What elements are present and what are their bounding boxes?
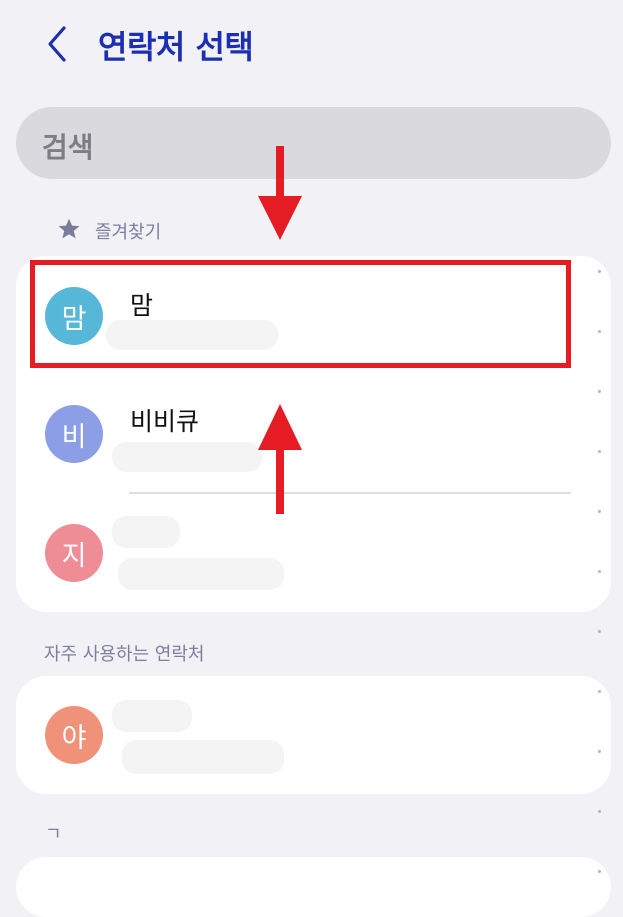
avatar: 야 (45, 706, 103, 764)
avatar: 지 (45, 524, 103, 582)
back-button[interactable] (40, 22, 76, 66)
redacted-phone (112, 442, 262, 472)
search-bar[interactable]: 검색 (16, 107, 611, 179)
frequent-card: 야 (16, 676, 611, 794)
chevron-left-icon (48, 26, 66, 62)
header: 연락처 선택 (0, 0, 623, 92)
redacted-phone (118, 558, 284, 590)
avatar: 비 (45, 405, 103, 463)
contacts-card (16, 857, 611, 917)
redacted-phone (122, 740, 284, 774)
arrow-up-annotation (258, 404, 302, 514)
contact-row[interactable]: 지 (16, 494, 611, 612)
fast-scroll-index[interactable] (598, 270, 601, 880)
page-title: 연락처 선택 (98, 28, 254, 66)
redacted-name (112, 516, 180, 548)
arrow-down-annotation (258, 146, 302, 240)
favorites-section-label: 즐겨찾기 (95, 222, 162, 243)
contact-row[interactable]: 야 (16, 676, 611, 794)
star-icon (58, 218, 80, 239)
highlight-box (30, 260, 571, 368)
contact-row[interactable]: 비 비비큐 (16, 374, 611, 492)
index-section-label: ㄱ (45, 824, 62, 845)
redacted-name (112, 700, 192, 732)
frequent-section-label: 자주 사용하는 연락처 (44, 644, 205, 665)
contact-name: 비비큐 (130, 407, 200, 436)
search-label: 검색 (42, 131, 94, 164)
